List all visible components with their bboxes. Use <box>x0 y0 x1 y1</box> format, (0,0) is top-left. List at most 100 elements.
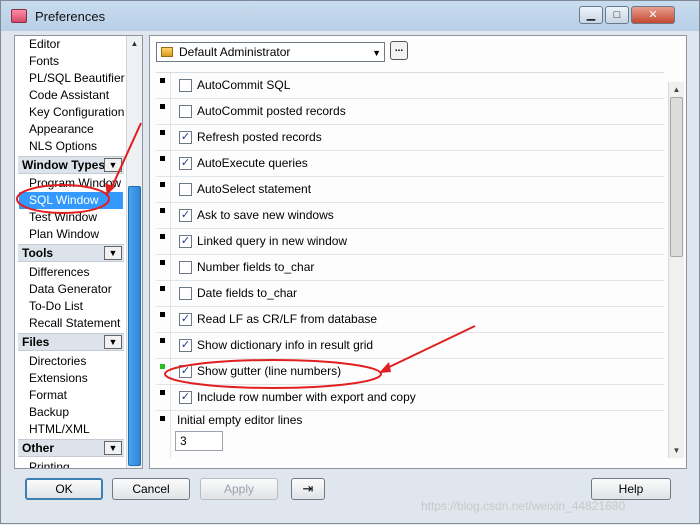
option-row: AutoCommit SQL <box>156 73 664 99</box>
collapse-icon[interactable]: ▼ <box>104 246 122 260</box>
number-to-char-checkbox[interactable] <box>179 261 192 274</box>
nav-item-differences[interactable]: Differences <box>29 264 89 281</box>
show-gutter-checkbox[interactable]: ✓ <box>179 365 192 378</box>
modified-marker <box>160 364 165 369</box>
nav-item-fonts[interactable]: Fonts <box>29 53 59 70</box>
nav-item-plsql-beautifier[interactable]: PL/SQL Beautifier <box>29 70 125 87</box>
option-row: AutoSelect statement <box>156 177 664 203</box>
scroll-up-icon[interactable]: ▲ <box>127 36 142 51</box>
nav-item-nls-options[interactable]: NLS Options <box>29 138 97 155</box>
editor-lines-input[interactable]: 3 <box>175 431 223 451</box>
autoexecute-checkbox[interactable]: ✓ <box>179 157 192 170</box>
include-row-number-checkbox[interactable]: ✓ <box>179 391 192 404</box>
date-to-char-checkbox[interactable] <box>179 287 192 300</box>
option-row: ✓ Include row number with export and copy <box>156 385 664 411</box>
profile-select[interactable]: Default Administrator ▼ <box>156 42 385 62</box>
autocommit-sql-checkbox[interactable] <box>179 79 192 92</box>
apply-button[interactable]: Apply <box>200 478 278 500</box>
option-label: AutoSelect statement <box>197 182 312 196</box>
options-scrollbar[interactable]: ▲ ▼ <box>668 82 684 458</box>
option-label: AutoCommit SQL <box>197 78 291 92</box>
option-row: ✓ Show dictionary info in result grid <box>156 333 664 359</box>
collapse-icon[interactable]: ▼ <box>104 441 122 455</box>
nav-group-window-types[interactable]: Window Types ▼ <box>18 156 124 174</box>
default-marker <box>160 208 165 213</box>
scroll-thumb[interactable] <box>670 97 683 257</box>
collapse-icon[interactable]: ▼ <box>104 335 122 349</box>
option-label: Ask to save new windows <box>197 208 334 222</box>
editor-lines-label: Initial empty editor lines <box>177 413 303 427</box>
default-marker <box>160 312 165 317</box>
scroll-down-icon[interactable]: ▼ <box>669 443 684 458</box>
option-label: Date fields to_char <box>197 286 298 300</box>
option-row: Initial empty editor lines 3 <box>156 411 664 458</box>
profile-value: Default Administrator <box>179 45 291 59</box>
ok-button[interactable]: OK <box>25 478 103 500</box>
option-row: Number fields to_char <box>156 255 664 281</box>
option-row: ✓ Refresh posted records <box>156 125 664 151</box>
profile-ellipsis-button[interactable]: ... <box>390 41 408 60</box>
nav-item-directories[interactable]: Directories <box>29 353 86 370</box>
nav-scrollbar[interactable]: ▲ <box>126 36 142 468</box>
profile-icon <box>161 47 173 57</box>
close-icon[interactable]: ✕ <box>631 6 675 24</box>
refresh-posted-checkbox[interactable]: ✓ <box>179 131 192 144</box>
collapse-icon[interactable]: ▼ <box>104 158 122 172</box>
default-marker <box>160 104 165 109</box>
option-row: ✓ AutoExecute queries <box>156 151 664 177</box>
nav-item-plan-window[interactable]: Plan Window <box>29 226 99 243</box>
nav-item-todo-list[interactable]: To-Do List <box>29 298 83 315</box>
nav-item-sql-window[interactable]: SQL Window <box>19 192 123 209</box>
title-bar[interactable]: Preferences ▁ □ ✕ <box>1 1 699 31</box>
sql-window-settings: Default Administrator ▼ ... AutoCommit S… <box>149 35 687 469</box>
nav-item-test-window[interactable]: Test Window <box>29 209 97 226</box>
default-marker <box>160 234 165 239</box>
cancel-button[interactable]: Cancel <box>112 478 190 500</box>
nav-item-key-configuration[interactable]: Key Configuration <box>29 104 124 121</box>
linked-query-checkbox[interactable]: ✓ <box>179 235 192 248</box>
nav-item-editor[interactable]: Editor <box>29 36 60 53</box>
scroll-up-icon[interactable]: ▲ <box>669 82 684 97</box>
options-list: AutoCommit SQL AutoCommit posted records… <box>156 72 664 458</box>
nav-group-other[interactable]: Other ▼ <box>18 439 124 457</box>
nav-item-code-assistant[interactable]: Code Assistant <box>29 87 109 104</box>
default-marker <box>160 260 165 265</box>
option-row: ✓ Linked query in new window <box>156 229 664 255</box>
default-marker <box>160 416 165 421</box>
ask-save-checkbox[interactable]: ✓ <box>179 209 192 222</box>
nav-group-tools[interactable]: Tools ▼ <box>18 244 124 262</box>
dictionary-info-checkbox[interactable]: ✓ <box>179 339 192 352</box>
option-row: ✓ Read LF as CR/LF from database <box>156 307 664 333</box>
watermark: https://blog.csdn.net/weixin_44821680 <box>421 499 626 513</box>
nav-item-appearance[interactable]: Appearance <box>29 121 94 138</box>
nav-item-format[interactable]: Format <box>29 387 67 404</box>
nav-group-label: Other <box>22 441 55 455</box>
nav-item-extensions[interactable]: Extensions <box>29 370 88 387</box>
nav-item-program-window[interactable]: Program Window <box>29 175 121 192</box>
autocommit-posted-checkbox[interactable] <box>179 105 192 118</box>
nav-item-printing[interactable]: Printing <box>29 459 70 468</box>
default-marker <box>160 78 165 83</box>
nav-item-data-generator[interactable]: Data Generator <box>29 281 112 298</box>
help-button[interactable]: Help <box>591 478 671 500</box>
option-row: AutoCommit posted records <box>156 99 664 125</box>
export-settings-button[interactable]: ⇥ <box>291 478 325 500</box>
scroll-thumb[interactable] <box>128 186 141 466</box>
option-label: Include row number with export and copy <box>197 390 416 404</box>
option-label: Number fields to_char <box>197 260 315 274</box>
nav-group-label: Window Types <box>22 158 106 172</box>
option-row: ✓ Show gutter (line numbers) <box>156 359 664 385</box>
nav-group-label: Tools <box>22 246 54 260</box>
nav-item-backup[interactable]: Backup <box>29 404 69 421</box>
nav-item-recall-statement[interactable]: Recall Statement <box>29 315 120 332</box>
maximize-icon[interactable]: □ <box>605 6 629 24</box>
default-marker <box>160 338 165 343</box>
minimize-icon[interactable]: ▁ <box>579 6 603 24</box>
nav-item-html-xml[interactable]: HTML/XML <box>29 421 90 438</box>
option-label: AutoCommit posted records <box>197 104 346 118</box>
read-lf-checkbox[interactable]: ✓ <box>179 313 192 326</box>
default-marker <box>160 182 165 187</box>
nav-group-files[interactable]: Files ▼ <box>18 333 124 351</box>
autoselect-checkbox[interactable] <box>179 183 192 196</box>
option-label: Read LF as CR/LF from database <box>197 312 378 326</box>
